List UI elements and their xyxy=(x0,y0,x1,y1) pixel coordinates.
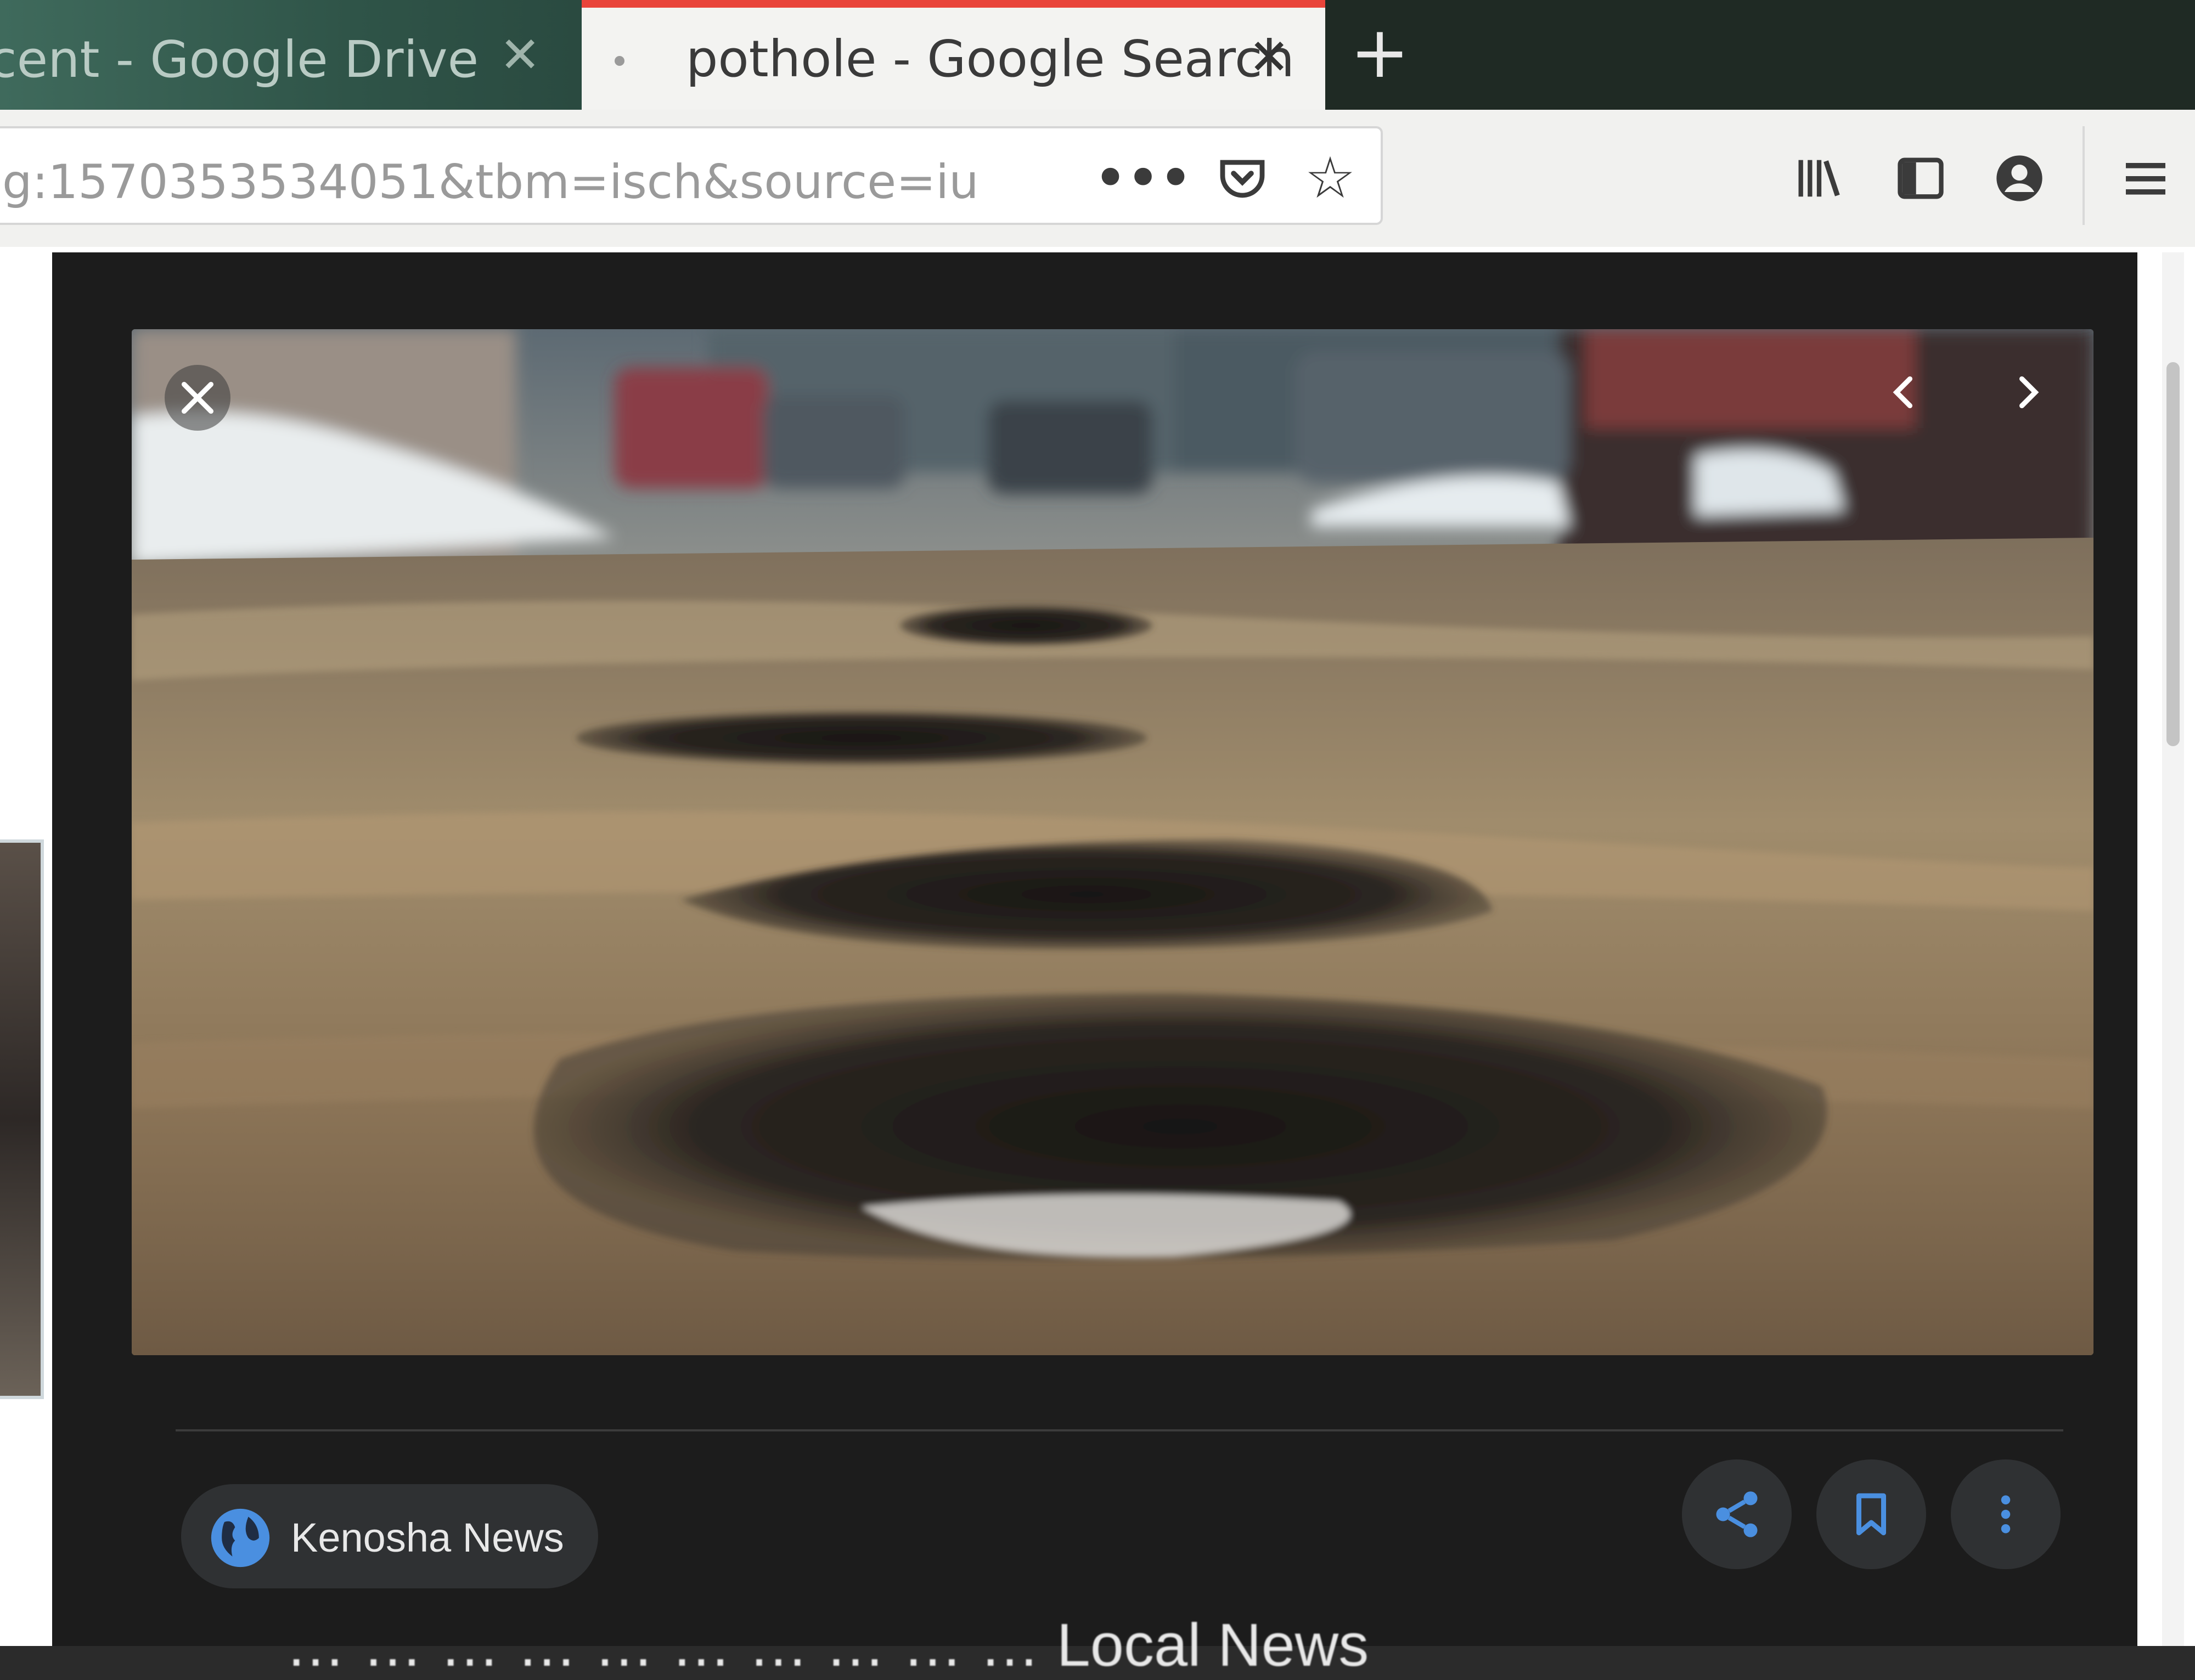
chevron-right-icon xyxy=(2019,376,2039,409)
pothole-road-photo xyxy=(132,329,2093,1355)
share-button[interactable] xyxy=(1682,1459,1792,1569)
tab-indicator-dot xyxy=(615,56,624,66)
toolbar-separator xyxy=(2083,126,2085,225)
tab-title: pothole - Google Search xyxy=(686,30,1295,88)
divider xyxy=(176,1429,2063,1431)
close-tab-icon[interactable]: ✕ xyxy=(1248,29,1290,86)
close-tab-icon[interactable]: ✕ xyxy=(499,26,541,84)
navigation-toolbar: g:1570353534051&tbm=isch&source=iu&ictx … xyxy=(0,110,2195,247)
source-site-chip[interactable]: Kenosha News xyxy=(181,1484,598,1588)
account-icon[interactable] xyxy=(1986,145,2052,211)
result-title-link[interactable]: … … … … … … … … … … Local News xyxy=(285,1610,1369,1680)
more-options-button[interactable] xyxy=(1951,1459,2061,1569)
hamburger-menu-icon[interactable] xyxy=(2118,145,2173,211)
result-thumbnail[interactable] xyxy=(0,839,44,1399)
bookmark-icon xyxy=(1856,1493,1886,1536)
url-text[interactable]: g:1570353534051&tbm=isch&source=iu&ictx xyxy=(2,155,979,210)
tab-google-search[interactable]: pothole - Google Search ✕ xyxy=(582,0,1325,110)
globe-icon xyxy=(211,1508,270,1568)
sidebar-icon[interactable] xyxy=(1888,145,1954,211)
close-viewer-button[interactable] xyxy=(165,365,230,431)
scrollbar-thumb[interactable] xyxy=(2166,362,2180,746)
preview-image[interactable] xyxy=(132,329,2093,1355)
tab-google-drive[interactable]: cent - Google Drive ✕ xyxy=(0,0,582,110)
next-image-button[interactable] xyxy=(1995,359,2061,425)
source-site-name: Kenosha News xyxy=(291,1515,564,1560)
star-icon[interactable]: ☆ xyxy=(1297,144,1363,211)
three-dots-icon[interactable]: ••• xyxy=(1095,149,1192,207)
new-tab-button[interactable]: + xyxy=(1350,11,1410,93)
share-icon xyxy=(1716,1491,1758,1537)
tab-title: cent - Google Drive xyxy=(0,30,479,89)
previous-image-button[interactable] xyxy=(1871,359,1937,425)
vertical-dots-icon xyxy=(2001,1495,2011,1534)
url-bar[interactable]: g:1570353534051&tbm=isch&source=iu&ictx … xyxy=(0,126,1383,225)
library-icon[interactable] xyxy=(1786,145,1852,211)
chevron-left-icon xyxy=(1893,376,1913,409)
save-button[interactable] xyxy=(1816,1459,1926,1569)
tab-strip: cent - Google Drive ✕ pothole - Google S… xyxy=(0,0,2195,110)
pocket-icon[interactable] xyxy=(1209,145,1275,211)
close-icon xyxy=(181,381,214,414)
